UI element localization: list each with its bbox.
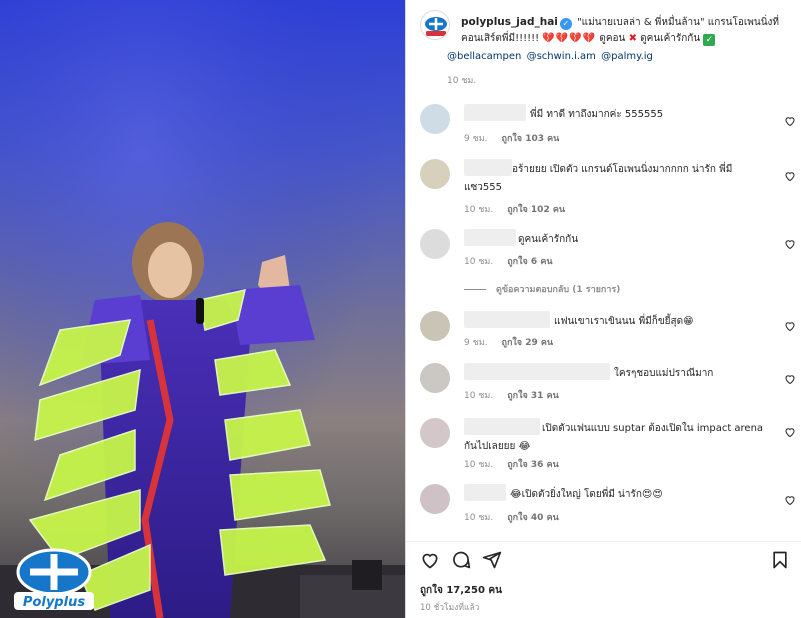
comment-likes[interactable]: ถูกใจ 102 คน bbox=[507, 205, 565, 215]
comment-meta: 10 ชม. ถูกใจ 31 คน bbox=[464, 388, 573, 402]
polyplus-logo: Polyplus bbox=[14, 548, 94, 610]
heart-icon[interactable] bbox=[420, 550, 440, 570]
comment-meta: 10 ชม. ถูกใจ 36 คน bbox=[464, 457, 573, 471]
instagram-post-viewer: Polyplus polyplus_jad_hai ✓ "แม่นายเบลล่า… bbox=[0, 0, 801, 618]
comment-meta: 10 ชม. ถูกใจ 40 คน bbox=[464, 510, 573, 524]
comment-time: 10 ชม. bbox=[464, 205, 494, 215]
share-icon[interactable] bbox=[482, 550, 502, 570]
action-bar-divider bbox=[406, 541, 801, 542]
post-timestamp: 10 ชั่วโมงที่แล้ว bbox=[420, 603, 480, 613]
caption-line2a: คอนเสิร์ตพี่มี!!!!!! bbox=[461, 33, 540, 44]
replies-divider-line bbox=[464, 288, 486, 290]
caption-line2c: ดูคนเค้ารักกัน bbox=[640, 33, 701, 44]
caption-text: polyplus_jad_hai ✓ "แม่นายเบลล่า & พี่หมื… bbox=[461, 14, 791, 47]
verified-badge-icon: ✓ bbox=[559, 18, 572, 30]
bookmark-icon[interactable] bbox=[770, 550, 790, 570]
commenter-avatar[interactable] bbox=[420, 418, 450, 448]
commenter-name-redacted[interactable] bbox=[464, 229, 516, 246]
comment-text: 😂เปิดตัวยิ่งใหญ่ โดยพี่มี น่ารัก😍😍 bbox=[510, 489, 663, 500]
author-avatar[interactable] bbox=[420, 10, 450, 40]
commenter-avatar[interactable] bbox=[420, 363, 450, 393]
svg-text:Polyplus: Polyplus bbox=[23, 595, 85, 610]
author-avatar-logo bbox=[422, 12, 449, 39]
comment-likes[interactable]: ถูกใจ 31 คน bbox=[507, 391, 559, 401]
comment-icon[interactable] bbox=[451, 550, 471, 570]
post-photo[interactable]: Polyplus bbox=[0, 0, 405, 618]
broken-heart-emoji: 💔💔💔💔 bbox=[542, 33, 597, 44]
commenter-avatar[interactable] bbox=[420, 311, 450, 341]
comment-time: 10 ชม. bbox=[464, 460, 494, 470]
view-replies-label: ดูข้อความตอบกลับ (1 รายการ) bbox=[496, 285, 621, 295]
commenter-avatar[interactable] bbox=[420, 484, 450, 514]
comment-likes[interactable]: ถูกใจ 29 คน bbox=[502, 338, 554, 348]
comment-likes[interactable]: ถูกใจ 36 คน bbox=[507, 460, 559, 470]
commenter-avatar[interactable] bbox=[420, 229, 450, 259]
stage-illustration bbox=[0, 0, 405, 618]
comment-like-heart-icon[interactable] bbox=[784, 115, 796, 127]
commenter-name-redacted[interactable] bbox=[464, 363, 610, 380]
comment-meta: 9 ชม. ถูกใจ 29 คน bbox=[464, 335, 567, 349]
commenter-name-redacted[interactable] bbox=[464, 484, 506, 501]
commenter-name-redacted[interactable] bbox=[464, 104, 526, 121]
post-details: polyplus_jad_hai ✓ "แม่นายเบลล่า & พี่หมื… bbox=[406, 0, 801, 618]
caption-line2b: ดูคอน bbox=[599, 33, 626, 44]
comment-likes[interactable]: ถูกใจ 103 คน bbox=[502, 134, 560, 144]
comment-time: 9 ชม. bbox=[464, 134, 488, 144]
commenter-avatar[interactable] bbox=[420, 104, 450, 134]
comment-meta: 10 ชม. ถูกใจ 102 คน bbox=[464, 202, 579, 216]
comment-text: ใครๆชอบแม่ปราณีมาก bbox=[614, 368, 714, 379]
comment-text: อร้ายยย เปิดตัว แกรนด์โอเพนนิ่งมากกกก น่… bbox=[464, 164, 733, 193]
cross-mark-emoji: ✖ bbox=[628, 33, 637, 44]
comment-text: ดูคนเค้ารักกัน bbox=[518, 234, 579, 245]
commenter-name-redacted[interactable] bbox=[464, 311, 550, 328]
comment-like-heart-icon[interactable] bbox=[784, 494, 796, 506]
comment-like-heart-icon[interactable] bbox=[784, 426, 796, 438]
comment-time: 10 ชม. bbox=[464, 257, 494, 267]
comment-likes[interactable]: ถูกใจ 6 คน bbox=[507, 257, 552, 267]
comment-like-heart-icon[interactable] bbox=[784, 373, 796, 385]
check-mark-emoji: ✓ bbox=[703, 34, 716, 46]
caption-line1: "แม่นายเบลล่า & พี่หมื่นล้าน" แกรนโอเพนน… bbox=[577, 17, 780, 28]
caption-mentions[interactable]: @bellacampen @schwin.i.am @palmy.ig bbox=[447, 51, 653, 62]
comment-meta: 9 ชม. ถูกใจ 103 คน bbox=[464, 131, 573, 145]
commenter-avatar[interactable] bbox=[420, 159, 450, 189]
comment-time: 10 ชม. bbox=[464, 513, 494, 523]
caption-time: 10 ชม. bbox=[447, 76, 477, 86]
comment-like-heart-icon[interactable] bbox=[784, 170, 796, 182]
comment-time: 10 ชม. bbox=[464, 391, 494, 401]
view-replies-button[interactable]: ดูข้อความตอบกลับ (1 รายการ) bbox=[464, 282, 620, 296]
comment-like-heart-icon[interactable] bbox=[784, 238, 796, 250]
total-likes[interactable]: ถูกใจ 17,250 คน bbox=[420, 583, 502, 598]
comment-likes[interactable]: ถูกใจ 40 คน bbox=[507, 513, 559, 523]
comment-text: เปิดตัวแฟนแบบ suptar ต้องเปิดใน impact a… bbox=[464, 423, 764, 452]
comment-text: พี่มี ทาดี ทาถึงมากค่ะ 555555 bbox=[530, 109, 664, 120]
comment-time: 9 ชม. bbox=[464, 338, 488, 348]
comment-meta: 10 ชม. ถูกใจ 6 คน bbox=[464, 254, 567, 268]
comment-like-heart-icon[interactable] bbox=[784, 320, 796, 332]
comment-text: แฟนเขาเราเขินนน พี่มีก็ขยี้สุด😁 bbox=[554, 316, 694, 327]
author-username[interactable]: polyplus_jad_hai bbox=[461, 16, 558, 28]
